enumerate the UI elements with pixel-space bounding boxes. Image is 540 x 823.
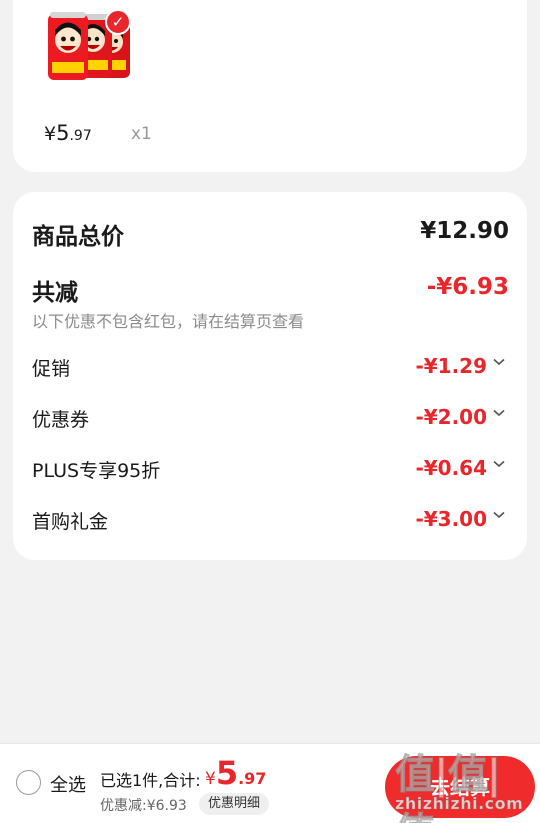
discount-row-promotion[interactable]: 促销 -¥1.29 bbox=[13, 350, 527, 386]
selected-check-icon[interactable]: ✓ bbox=[105, 9, 131, 35]
product-price: ¥5.97 bbox=[44, 121, 92, 145]
sum-decimal: .97 bbox=[238, 769, 267, 788]
discount-label: PLUS专享95折 bbox=[32, 460, 161, 482]
saved-amount: 优惠减:¥6.93 bbox=[100, 798, 187, 814]
select-all-label[interactable]: 全选 bbox=[50, 771, 86, 797]
sum-price: ¥5.97 bbox=[205, 754, 266, 792]
discount-label: 促销 bbox=[32, 358, 71, 380]
price-currency: ¥ bbox=[44, 123, 57, 145]
price-summary-card: 商品总价 ¥12.90 共减 -¥6.93 以下优惠不包含红包，请在结算页查看 … bbox=[13, 192, 527, 560]
discount-value: -¥0.64 bbox=[415, 456, 487, 480]
discount-row-plus[interactable]: PLUS专享95折 -¥0.64 bbox=[13, 452, 527, 488]
discount-value: -¥1.29 bbox=[415, 354, 487, 378]
chevron-down-icon bbox=[493, 358, 505, 366]
product-quantity: x1 bbox=[131, 124, 152, 144]
product-card: ✓ ¥5.97 x1 bbox=[13, 0, 527, 172]
sum-currency: ¥ bbox=[205, 769, 216, 789]
discount-detail-button[interactable]: 优惠明细 bbox=[199, 793, 270, 815]
discount-label: 首购礼金 bbox=[32, 511, 109, 533]
discount-row-coupon[interactable]: 优惠券 -¥2.00 bbox=[13, 401, 527, 437]
price-integer: 5 bbox=[56, 121, 70, 145]
checkout-bar: 全选 已选1件,合计: ¥5.97 优惠减:¥6.93 优惠明细 去结算 bbox=[0, 743, 540, 823]
select-all-radio[interactable] bbox=[16, 770, 41, 795]
chevron-down-icon bbox=[493, 409, 505, 417]
discount-label: 优惠券 bbox=[32, 409, 90, 431]
reduce-note: 以下优惠不包含红包，请在结算页查看 bbox=[32, 312, 305, 331]
checkout-button[interactable]: 去结算 bbox=[385, 756, 535, 818]
sum-integer: 5 bbox=[215, 754, 239, 792]
chevron-down-icon bbox=[493, 460, 505, 468]
total-price-label: 商品总价 bbox=[32, 224, 124, 250]
price-decimal: .97 bbox=[69, 128, 92, 144]
total-reduce-label: 共减 bbox=[32, 280, 78, 306]
total-price-value: ¥12.90 bbox=[420, 218, 509, 244]
discount-row-first-purchase[interactable]: 首购礼金 -¥3.00 bbox=[13, 503, 527, 539]
discount-value: -¥2.00 bbox=[415, 405, 487, 429]
chevron-down-icon bbox=[493, 511, 505, 519]
discount-value: -¥3.00 bbox=[415, 507, 487, 531]
selected-count: 已选1件,合计: bbox=[100, 771, 201, 790]
total-reduce-value: -¥6.93 bbox=[426, 274, 509, 300]
